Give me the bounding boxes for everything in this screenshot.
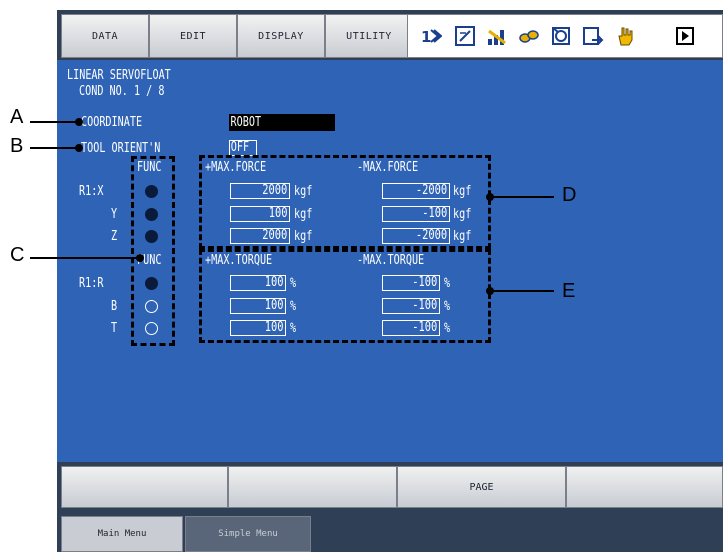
speed-icon (518, 25, 540, 47)
edit-icon (454, 25, 476, 47)
coordinate-label: COORDINATE (81, 115, 143, 130)
export-icon (582, 25, 604, 47)
cycle-icon (550, 25, 572, 47)
axis-label: T (111, 321, 118, 336)
status-icon-strip: 1 (407, 14, 723, 58)
force-group-outline (199, 155, 491, 249)
condition-number: COND NO. 1 / 8 (79, 84, 165, 99)
mode-icon: 1 (420, 25, 443, 47)
callout-a: A (10, 106, 24, 128)
play-icon (674, 25, 696, 47)
signal-icon (486, 25, 508, 47)
menu-display[interactable]: DISPLAY (237, 14, 325, 58)
coordinate-select[interactable]: ROBOT (229, 114, 335, 131)
tool-orientation-label: TOOL ORIENT'N (81, 141, 161, 156)
menu-edit[interactable]: EDIT (149, 14, 237, 58)
callout-b: B (10, 135, 24, 157)
main-menu-tab[interactable]: Main Menu (61, 516, 183, 552)
leader-line-c (30, 257, 140, 259)
function-key-2[interactable] (228, 466, 397, 508)
leader-line-d (492, 196, 554, 198)
tool-orientation-select[interactable]: OFF (229, 140, 257, 156)
coordinate-value: ROBOT (230, 115, 262, 130)
simple-menu-tab[interactable]: Simple Menu (185, 516, 311, 552)
screen-title: LINEAR SERVOFLOAT (67, 68, 171, 83)
leader-line-e (492, 290, 554, 292)
axis-label: Z (111, 229, 118, 244)
svg-text:1: 1 (421, 28, 431, 46)
tool-orientation-value: OFF (230, 140, 250, 155)
func-column-outline (131, 156, 175, 346)
callout-e: E (562, 280, 576, 302)
callout-d: D (562, 184, 577, 206)
menu-utility[interactable]: UTILITY (325, 14, 413, 58)
axis-label: R1:R (79, 276, 104, 291)
leader-dot-d (486, 193, 494, 201)
leader-line-a (30, 121, 78, 123)
leader-dot-b (75, 144, 83, 152)
axis-label: R1:X (79, 184, 104, 199)
hand-icon (614, 25, 636, 47)
bottom-tab-bar: Main Menu Simple Menu (57, 512, 723, 552)
top-menu-bar: DATA EDIT DISPLAY UTILITY 1 (57, 10, 723, 60)
callout-c: C (10, 244, 25, 266)
axis-label: Y (111, 207, 118, 222)
servofloat-screen: LINEAR SERVOFLOAT COND NO. 1 / 8 COORDIN… (57, 60, 723, 462)
axis-label: B (111, 299, 118, 314)
function-key-1[interactable] (61, 466, 228, 508)
leader-line-b (30, 147, 78, 149)
torque-group-outline (199, 249, 491, 343)
leader-dot-c (136, 254, 144, 262)
function-key-bar: PAGE (57, 462, 723, 512)
leader-dot-a (75, 118, 83, 126)
function-key-4[interactable] (566, 466, 723, 508)
menu-data[interactable]: DATA (61, 14, 149, 58)
leader-dot-e (486, 287, 494, 295)
page-button[interactable]: PAGE (397, 466, 566, 508)
